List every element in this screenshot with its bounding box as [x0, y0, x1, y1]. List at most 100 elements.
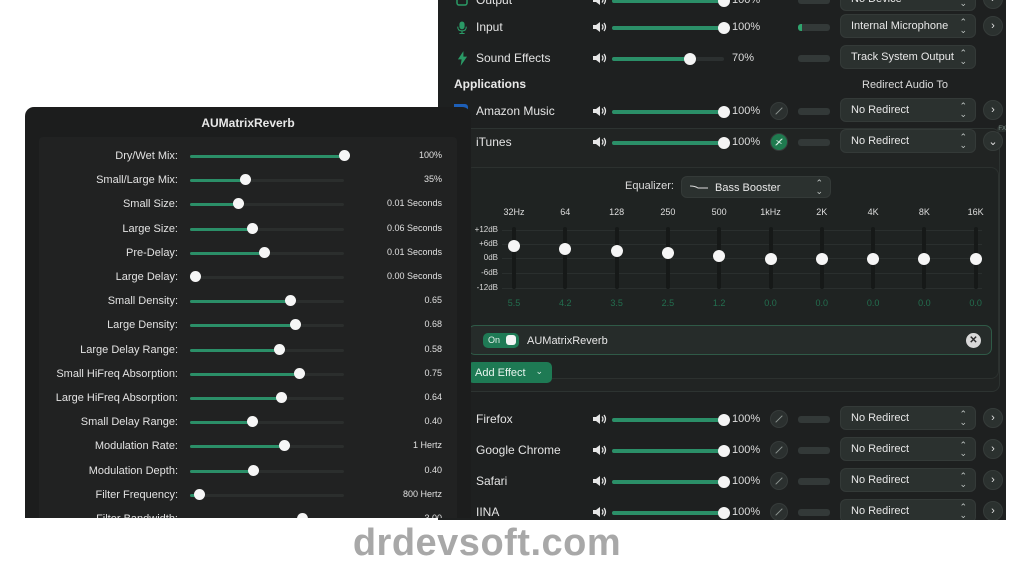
input-volume-slider[interactable]: [612, 22, 730, 34]
param-slider[interactable]: [190, 150, 350, 161]
volume-knob[interactable]: [718, 414, 730, 426]
eq-band-knob[interactable]: [815, 253, 828, 265]
output-output-select[interactable]: No Device ⌃⌄: [840, 0, 976, 11]
param-slider-knob[interactable]: [232, 198, 244, 210]
param-slider-knob[interactable]: [194, 488, 206, 500]
iina-volume-slider[interactable]: [612, 507, 730, 519]
param-slider-knob[interactable]: [278, 440, 290, 452]
google-chrome-output-select[interactable]: No Redirect ⌃ ⌄: [840, 437, 976, 461]
eq-band-knob[interactable]: [764, 253, 777, 265]
eq-band-track[interactable]: [614, 227, 619, 289]
volume-icon[interactable]: [592, 135, 608, 149]
volume-icon[interactable]: [592, 104, 608, 118]
details-button[interactable]: ›: [983, 439, 1003, 459]
input-output-select[interactable]: Internal Microphone ⌃ ⌄: [840, 14, 976, 38]
volume-knob[interactable]: [718, 476, 730, 488]
param-slider[interactable]: [190, 440, 344, 452]
details-button[interactable]: ›: [983, 0, 1003, 9]
volume-knob[interactable]: [718, 0, 730, 7]
details-button[interactable]: ›: [983, 100, 1003, 120]
itunes-volume-slider[interactable]: [612, 137, 730, 149]
iina-output-select[interactable]: No Redirect ⌃ ⌄: [840, 499, 976, 520]
eq-band-knob[interactable]: [969, 253, 982, 265]
volume-icon[interactable]: [592, 0, 608, 7]
param-slider-knob[interactable]: [297, 513, 309, 518]
param-slider-knob[interactable]: [274, 343, 286, 355]
param-slider-knob[interactable]: [248, 464, 260, 476]
eq-band-knob[interactable]: [713, 250, 726, 263]
param-slider-knob[interactable]: [246, 222, 258, 234]
eq-band-knob[interactable]: [610, 244, 623, 257]
add-effect-button[interactable]: Add Effect ⌄: [468, 362, 552, 383]
output-volume-slider[interactable]: [612, 0, 730, 7]
volume-knob[interactable]: [718, 137, 730, 149]
effects-icon[interactable]: [770, 503, 788, 520]
sound-effects-volume-slider[interactable]: [612, 53, 724, 65]
param-slider-knob[interactable]: [275, 392, 287, 403]
details-button[interactable]: ›: [983, 470, 1003, 490]
eq-band-knob[interactable]: [918, 253, 931, 265]
param-slider[interactable]: [190, 198, 344, 210]
param-slider[interactable]: [190, 488, 344, 500]
effects-icon[interactable]: [770, 441, 788, 459]
param-slider[interactable]: [190, 319, 344, 331]
effects-icon[interactable]: [770, 410, 788, 428]
effect-name[interactable]: AUMatrixReverb: [527, 335, 608, 347]
google-chrome-volume-slider[interactable]: [612, 445, 730, 457]
param-slider-knob[interactable]: [240, 174, 252, 186]
effect-on-toggle[interactable]: On: [483, 333, 519, 348]
volume-icon[interactable]: [592, 474, 608, 488]
itunes-output-select[interactable]: No Redirect ⌃ ⌄: [840, 129, 976, 153]
param-slider[interactable]: [190, 246, 344, 258]
param-slider-knob[interactable]: [285, 295, 297, 307]
volume-icon[interactable]: [592, 443, 608, 457]
volume-icon[interactable]: [592, 20, 608, 34]
param-slider-knob[interactable]: [294, 367, 306, 379]
param-slider[interactable]: [190, 464, 344, 476]
sound-effects-output-select[interactable]: Track System Output ⌃ ⌄: [840, 45, 976, 69]
param-slider-knob[interactable]: [189, 271, 201, 282]
param-slider[interactable]: [190, 343, 344, 355]
param-slider[interactable]: [190, 416, 344, 428]
param-label: Large HiFreq Absorption:: [55, 392, 178, 404]
effects-icon[interactable]: [770, 133, 788, 151]
eq-band-knob[interactable]: [867, 253, 880, 265]
eq-band-knob[interactable]: [559, 242, 572, 255]
param-slider[interactable]: [190, 392, 344, 403]
amazon-music-output-select[interactable]: No Redirect ⌃ ⌄: [840, 98, 976, 122]
details-button[interactable]: ›: [983, 501, 1003, 520]
volume-knob[interactable]: [718, 106, 730, 118]
param-slider-knob[interactable]: [289, 319, 301, 331]
param-slider[interactable]: [189, 271, 344, 282]
param-slider-knob[interactable]: [246, 416, 258, 428]
details-button[interactable]: ›: [983, 16, 1003, 36]
eq-band-track[interactable]: [512, 227, 516, 289]
param-slider-knob[interactable]: [258, 246, 270, 258]
eq-band-knob[interactable]: [661, 246, 674, 259]
details-button[interactable]: ›: [983, 408, 1003, 428]
firefox-output-select[interactable]: No Redirect ⌃ ⌄: [840, 406, 976, 430]
remove-effect-icon[interactable]: ✕: [966, 333, 981, 348]
volume-icon[interactable]: [592, 51, 608, 65]
collapse-fx-button[interactable]: ⌄ FX: [983, 126, 1007, 151]
volume-icon[interactable]: [592, 412, 608, 426]
volume-knob[interactable]: [718, 445, 730, 457]
safari-volume-slider[interactable]: [612, 476, 730, 488]
param-slider[interactable]: [190, 174, 344, 186]
equalizer-preset-select[interactable]: Bass Booster ⌃ ⌄: [681, 176, 831, 198]
firefox-volume-slider[interactable]: [612, 414, 730, 426]
volume-icon[interactable]: [592, 505, 608, 519]
param-slider-knob[interactable]: [339, 150, 350, 161]
volume-knob[interactable]: [718, 22, 730, 34]
param-slider[interactable]: [190, 295, 344, 307]
volume-knob[interactable]: [718, 507, 730, 519]
effects-icon[interactable]: [770, 102, 788, 120]
param-slider[interactable]: [190, 367, 344, 379]
eq-band-track[interactable]: [563, 227, 568, 289]
eq-band-knob[interactable]: [508, 239, 520, 252]
volume-knob[interactable]: [684, 53, 697, 65]
safari-output-select[interactable]: No Redirect ⌃ ⌄: [840, 468, 976, 492]
amazon-music-volume-slider[interactable]: [612, 106, 730, 118]
param-slider[interactable]: [190, 222, 344, 234]
effects-icon[interactable]: [770, 472, 788, 490]
